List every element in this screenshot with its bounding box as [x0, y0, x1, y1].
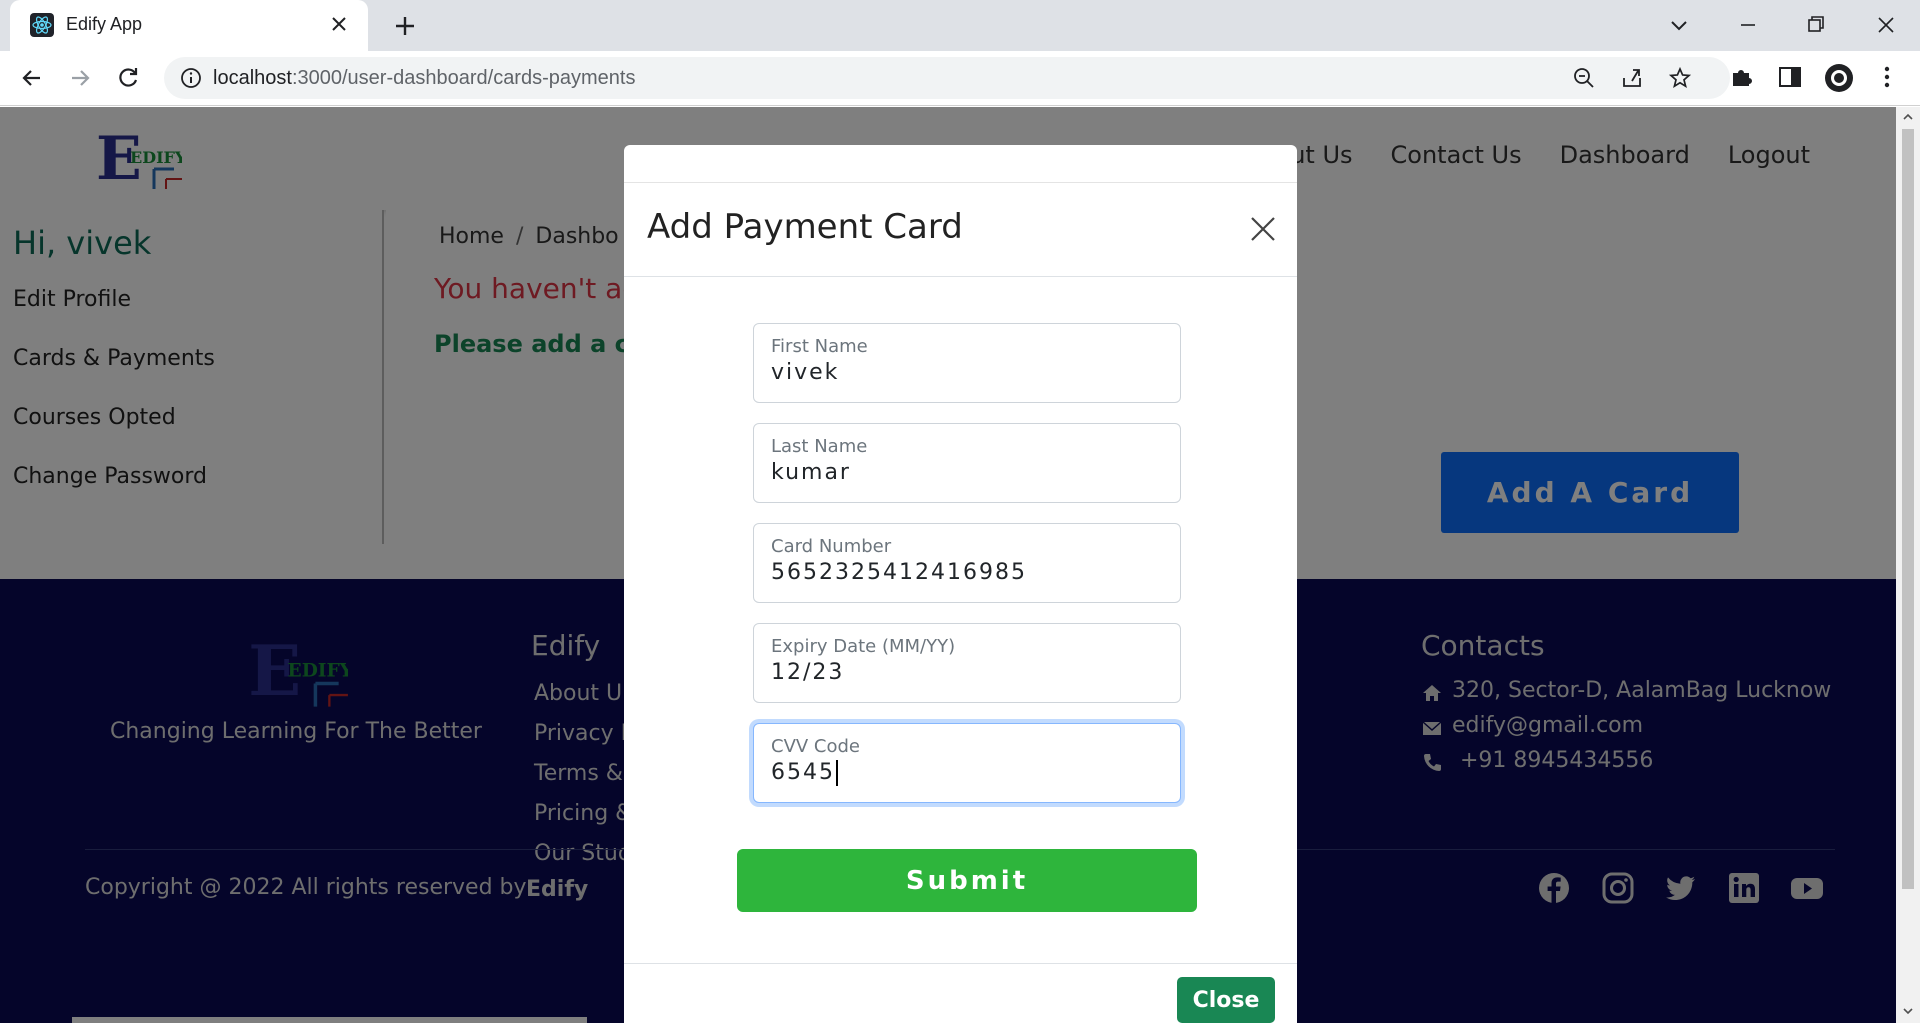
cvv-code-value: 6545: [771, 760, 835, 785]
zoom-icon[interactable]: [1572, 66, 1596, 90]
card-number-field[interactable]: Card Number 5652325412416985: [753, 523, 1181, 603]
expiry-date-field[interactable]: Expiry Date (MM/YY) 12/23: [753, 623, 1181, 703]
share-icon[interactable]: [1620, 66, 1644, 90]
menu-kebab-icon[interactable]: [1874, 64, 1900, 90]
last-name-field[interactable]: Last Name kumar: [753, 423, 1181, 503]
modal-title: Add Payment Card: [647, 207, 963, 247]
cvv-code-field[interactable]: CVV Code 6545: [753, 723, 1181, 803]
modal-footer-divider: [624, 963, 1297, 964]
forward-icon[interactable]: [66, 64, 94, 92]
url-bar[interactable]: localhost:3000/user-dashboard/cards-paym…: [164, 57, 1730, 99]
vertical-scrollbar[interactable]: [1896, 107, 1920, 1023]
expiry-date-label: Expiry Date (MM/YY): [771, 636, 956, 657]
url-path: :3000/user-dashboard/cards-payments: [291, 67, 636, 89]
browser-tab[interactable]: Edify App: [10, 0, 368, 51]
first-name-label: First Name: [771, 336, 868, 357]
modal-top-strip: [624, 145, 1297, 183]
minimize-icon[interactable]: [1733, 10, 1763, 40]
tab-search-icon[interactable]: [1664, 10, 1694, 40]
browser-tabbar: Edify App: [0, 0, 1920, 51]
new-tab-icon[interactable]: [392, 13, 418, 39]
info-icon[interactable]: [180, 67, 202, 89]
bookmark-star-icon[interactable]: [1668, 66, 1692, 90]
address-bar-row: localhost:3000/user-dashboard/cards-paym…: [0, 51, 1920, 106]
profile-avatar-icon[interactable]: [1824, 63, 1854, 93]
side-panel-icon[interactable]: [1777, 64, 1803, 90]
scrollbar-thumb[interactable]: [1902, 129, 1914, 889]
scroll-up-arrow-icon[interactable]: [1902, 111, 1914, 123]
first-name-field[interactable]: First Name vivek: [753, 323, 1181, 403]
close-tab-icon[interactable]: [328, 13, 350, 35]
back-icon[interactable]: [18, 64, 46, 92]
close-button[interactable]: Close: [1177, 977, 1275, 1023]
page-viewport: E EDIFY ut Us Contact Us Dashboard Logou…: [0, 107, 1896, 1023]
text-caret: [836, 760, 838, 786]
url-host: localhost: [213, 67, 292, 89]
react-icon: [30, 13, 54, 37]
cvv-code-input[interactable]: 6545: [771, 760, 1161, 786]
extensions-icon[interactable]: [1729, 64, 1755, 90]
cvv-code-label: CVV Code: [771, 736, 860, 757]
first-name-input[interactable]: vivek: [771, 360, 1161, 385]
expiry-date-input[interactable]: 12/23: [771, 660, 1161, 685]
window-close-icon[interactable]: [1871, 10, 1901, 40]
add-payment-card-modal: Add Payment Card First Name vivek Last N…: [624, 145, 1297, 1023]
card-number-input[interactable]: 5652325412416985: [771, 560, 1161, 585]
close-icon[interactable]: [1247, 213, 1279, 245]
submit-button[interactable]: Submit: [737, 849, 1197, 912]
last-name-input[interactable]: kumar: [771, 460, 1161, 485]
reload-icon[interactable]: [114, 64, 142, 92]
tab-title: Edify App: [66, 14, 143, 34]
restore-icon[interactable]: [1801, 10, 1831, 40]
url-text: localhost:3000/user-dashboard/cards-paym…: [213, 67, 635, 90]
modal-header: Add Payment Card: [624, 183, 1297, 277]
card-number-label: Card Number: [771, 536, 892, 557]
scroll-down-arrow-icon[interactable]: [1902, 1005, 1914, 1017]
last-name-label: Last Name: [771, 436, 868, 457]
